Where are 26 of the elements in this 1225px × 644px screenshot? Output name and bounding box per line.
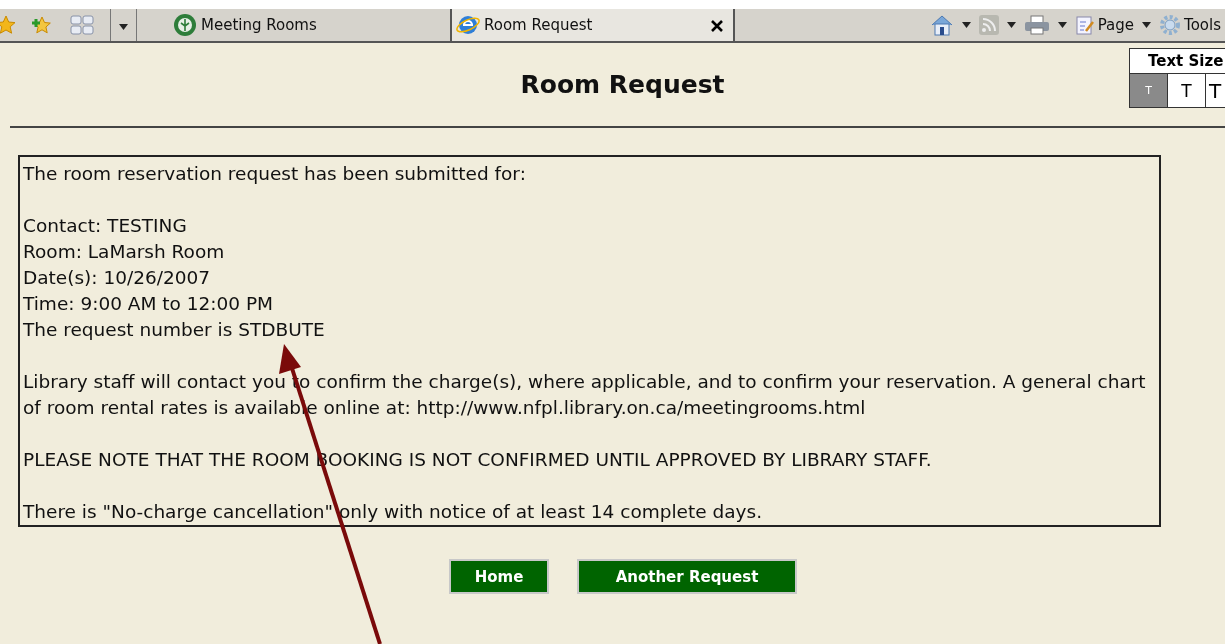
- message-line: Contact: TESTING: [23, 214, 188, 238]
- browser-tab[interactable]: Room Request: [452, 9, 735, 41]
- message-line: Room: LaMarsh Room: [23, 240, 226, 264]
- tools-menu[interactable]: Tools: [1159, 14, 1221, 36]
- caret-icon[interactable]: [961, 22, 971, 28]
- caret-icon[interactable]: [1057, 22, 1067, 28]
- gear-icon: [1159, 14, 1182, 36]
- home-icon[interactable]: [929, 14, 954, 36]
- logo-icon: [173, 13, 197, 37]
- message-line: There is "No-charge cancellation" only with notice of at least 14 complete days.: [23, 500, 764, 524]
- close-icon[interactable]: [711, 19, 723, 32]
- caret-icon[interactable]: [1142, 22, 1152, 28]
- message-line: Time: 9:00 AM to 12:00 PM: [23, 292, 275, 316]
- printer-icon[interactable]: [1023, 15, 1050, 35]
- caret-icon[interactable]: [119, 24, 128, 30]
- browser-icon: [456, 13, 480, 37]
- home-button[interactable]: Home: [449, 559, 549, 594]
- another-request-button[interactable]: Another Request: [577, 559, 797, 594]
- page-icon: [1074, 15, 1095, 35]
- message-line: The room reservation request has been submitted for:: [23, 162, 527, 186]
- message-line: Date(s): 10/26/2007: [23, 266, 212, 290]
- star-icon[interactable]: [0, 15, 16, 35]
- page-menu[interactable]: Page: [1074, 15, 1135, 35]
- page-title: Room Request: [520, 70, 725, 99]
- message-line: The request number is STDBUTE: [23, 318, 326, 342]
- caret-icon[interactable]: [1006, 22, 1016, 28]
